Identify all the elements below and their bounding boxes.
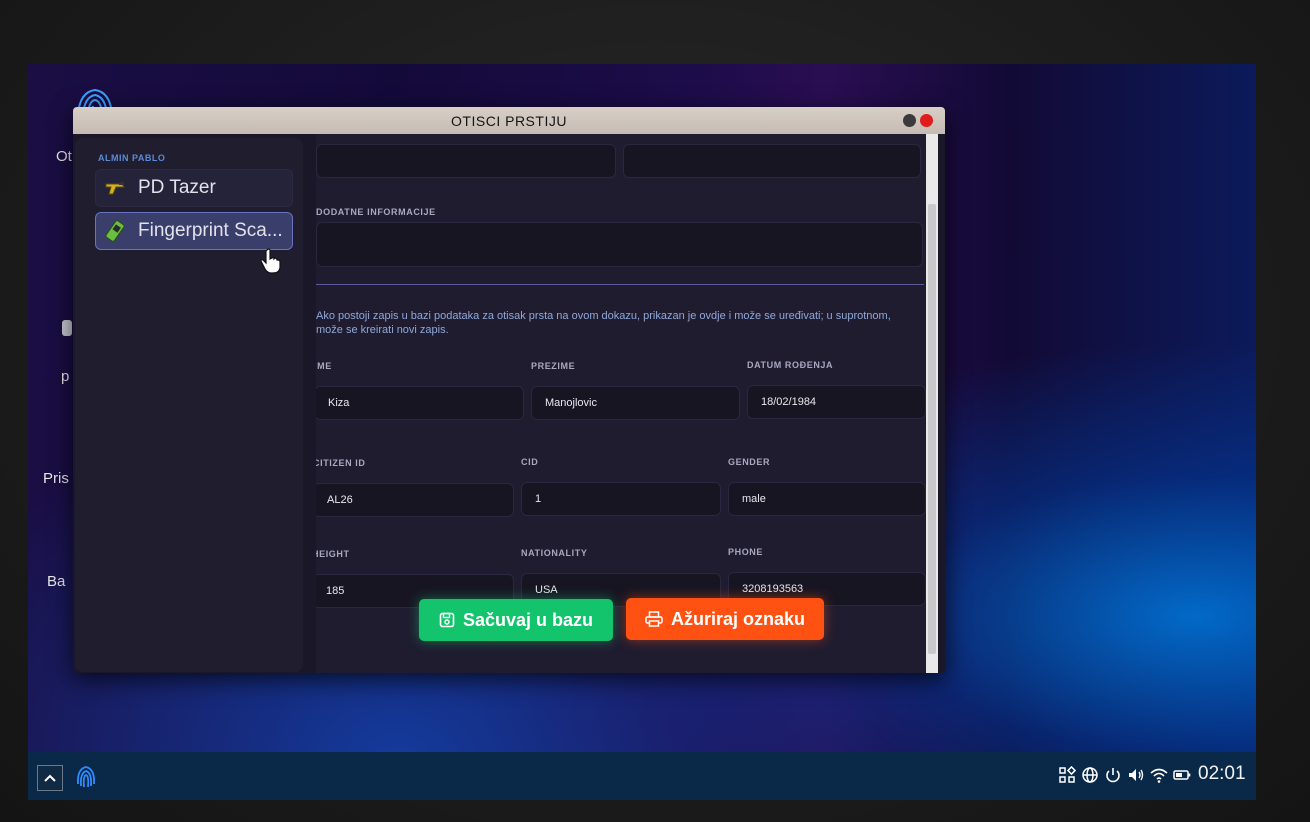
- desktop: Ot p Pris Ba OTISCI PRSTIJU ALMIN PABLO: [28, 64, 1256, 800]
- nationality-label: NATIONALITY: [521, 548, 588, 558]
- close-button[interactable]: [920, 114, 933, 127]
- additional-info-field[interactable]: [316, 222, 923, 267]
- height-label: HEIGHT: [316, 549, 350, 559]
- sidebar: ALMIN PABLO PD Tazer Fingerprint Sca...: [75, 138, 303, 672]
- prezime-label: PREZIME: [531, 361, 576, 371]
- power-icon[interactable]: [1104, 766, 1122, 784]
- user-name: ALMIN PABLO: [98, 153, 166, 163]
- database-icon[interactable]: [62, 320, 72, 336]
- chevron-up-icon: [44, 774, 56, 782]
- sidebar-item-fingerprint-scanner[interactable]: Fingerprint Sca...: [95, 212, 293, 250]
- fingerprint-taskbar-icon[interactable]: [75, 764, 97, 790]
- desktop-icon-label[interactable]: p: [61, 368, 69, 385]
- citizen-id-input[interactable]: AL26: [316, 483, 514, 517]
- save-to-database-button[interactable]: Sačuvaj u bazu: [419, 599, 613, 641]
- ime-input[interactable]: Kiza: [316, 386, 524, 420]
- ime-label: IME: [316, 361, 332, 371]
- app-window: OTISCI PRSTIJU ALMIN PABLO PD Tazer Fing…: [73, 107, 945, 673]
- additional-info-label: DODATNE INFORMACIJE: [316, 207, 436, 217]
- update-label-button[interactable]: Ažuriraj oznaku: [626, 598, 824, 640]
- title-bar[interactable]: OTISCI PRSTIJU: [73, 107, 945, 134]
- top-field-2[interactable]: [623, 144, 921, 178]
- wifi-icon[interactable]: [1150, 766, 1168, 784]
- clock[interactable]: 02:01: [1198, 763, 1246, 785]
- phone-label: PHONE: [728, 547, 764, 557]
- minimize-button[interactable]: [903, 114, 916, 127]
- globe-icon[interactable]: [1081, 766, 1099, 784]
- window-title: OTISCI PRSTIJU: [451, 113, 567, 129]
- record-form: DODATNE INFORMACIJE Ako postoji zapis u …: [316, 134, 926, 673]
- prezime-input[interactable]: Manojlovic: [531, 386, 740, 420]
- fingerprint-scanner-icon: [104, 220, 126, 242]
- taskbar: 02:01: [28, 752, 1256, 800]
- datum-label: DATUM ROĐENJA: [747, 360, 834, 370]
- gender-input[interactable]: male: [728, 482, 926, 516]
- sidebar-item-pd-tazer[interactable]: PD Tazer: [95, 169, 293, 207]
- gender-label: GENDER: [728, 457, 771, 467]
- update-button-label: Ažuriraj oznaku: [670, 608, 806, 629]
- hand-cursor-icon: [260, 248, 281, 274]
- apps-grid-icon[interactable]: [1058, 766, 1076, 784]
- desktop-icon-label[interactable]: Ot: [56, 148, 72, 165]
- battery-icon[interactable]: [1173, 766, 1191, 784]
- info-text: Ako postoji zapis u bazi podataka za oti…: [316, 310, 891, 336]
- divider: [316, 284, 924, 285]
- scrollbar[interactable]: [926, 134, 938, 673]
- top-field-1[interactable]: [316, 144, 616, 178]
- citizen-id-label: CITIZEN ID: [316, 458, 366, 468]
- window-body: ALMIN PABLO PD Tazer Fingerprint Sca... …: [73, 134, 945, 673]
- scroll-thumb[interactable]: [928, 204, 936, 654]
- desktop-icon-label[interactable]: Ba: [47, 573, 65, 590]
- save-button-label: Sačuvaj u bazu: [462, 609, 594, 630]
- taser-icon: [104, 177, 126, 199]
- printer-icon: [645, 611, 663, 627]
- sidebar-item-label: Fingerprint Sca...: [138, 220, 283, 241]
- save-icon: [439, 612, 455, 628]
- desktop-icon-label[interactable]: Pris: [43, 470, 69, 487]
- cid-label: CID: [521, 457, 539, 467]
- volume-icon[interactable]: [1127, 766, 1145, 784]
- sidebar-item-label: PD Tazer: [138, 177, 216, 198]
- show-hidden-icons-button[interactable]: [37, 765, 63, 791]
- datum-input[interactable]: 18/02/1984: [747, 385, 926, 419]
- cid-input[interactable]: 1: [521, 482, 721, 516]
